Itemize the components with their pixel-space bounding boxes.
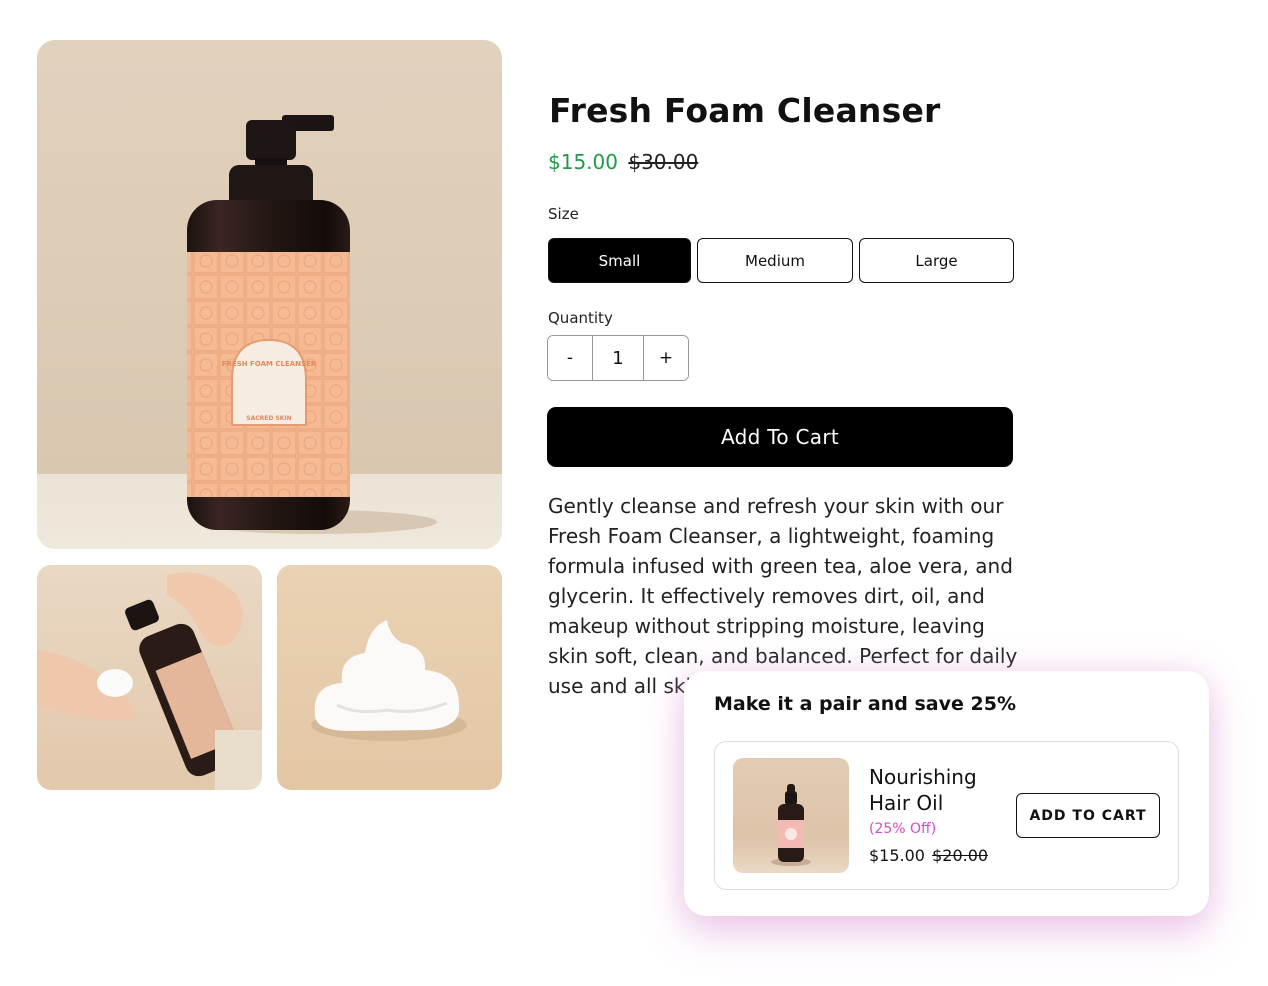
upsell-title: Make it a pair and save 25% (714, 693, 1016, 715)
quantity-input[interactable]: 1 (592, 336, 644, 380)
product-page: FRESH FOAM CLEANSER SACRED SKIN Fresh Fo… (0, 0, 1268, 986)
foam-illustration (311, 620, 467, 741)
cleanser-bottle-illustration: FRESH FOAM CLEANSER SACRED SKIN (187, 115, 437, 534)
size-option-small[interactable]: Small (548, 238, 691, 283)
upsell-price-row: $15.00 $20.00 (869, 846, 988, 865)
upsell-sale-price: $15.00 (869, 846, 925, 865)
product-description: Gently cleanse and refresh your skin wit… (548, 494, 1018, 698)
upsell-product-card: Nourishing Hair Oil (25% Off) $15.00 $20… (714, 741, 1179, 890)
sale-price: $15.00 (548, 150, 618, 174)
original-price: $30.00 (628, 150, 699, 174)
product-title: Fresh Foam Cleanser (549, 91, 941, 130)
thumbnail-foam-image[interactable] (277, 565, 502, 790)
price-row: $15.00 $30.00 (548, 150, 698, 174)
dropper-bottle-illustration (771, 784, 811, 866)
bottle-label-text: FRESH FOAM CLEANSER (222, 360, 317, 368)
thumbnail-hands-image[interactable] (37, 565, 262, 790)
upsell-original-price: $20.00 (932, 846, 989, 865)
upsell-add-to-cart-button[interactable]: ADD TO CART (1016, 793, 1160, 838)
quantity-label: Quantity (548, 309, 613, 327)
upsell-discount-badge: (25% Off) (869, 821, 937, 837)
quantity-decrement-button[interactable]: - (548, 336, 592, 380)
hair-oil-image[interactable] (733, 758, 849, 873)
add-to-cart-button[interactable]: Add To Cart (547, 407, 1013, 467)
upsell-popup: Make it a pair and save 25% Nourishing H… (684, 671, 1209, 916)
quantity-stepper: - 1 + (547, 335, 689, 381)
size-label: Size (548, 205, 579, 223)
quantity-increment-button[interactable]: + (644, 336, 688, 380)
main-product-image[interactable]: FRESH FOAM CLEANSER SACRED SKIN (37, 40, 502, 549)
upsell-product-name: Nourishing Hair Oil (869, 765, 977, 815)
size-option-medium[interactable]: Medium (697, 238, 853, 283)
hands-illustration (37, 572, 262, 790)
bottle-brand-text: SACRED SKIN (246, 415, 291, 422)
size-option-large[interactable]: Large (859, 238, 1014, 283)
